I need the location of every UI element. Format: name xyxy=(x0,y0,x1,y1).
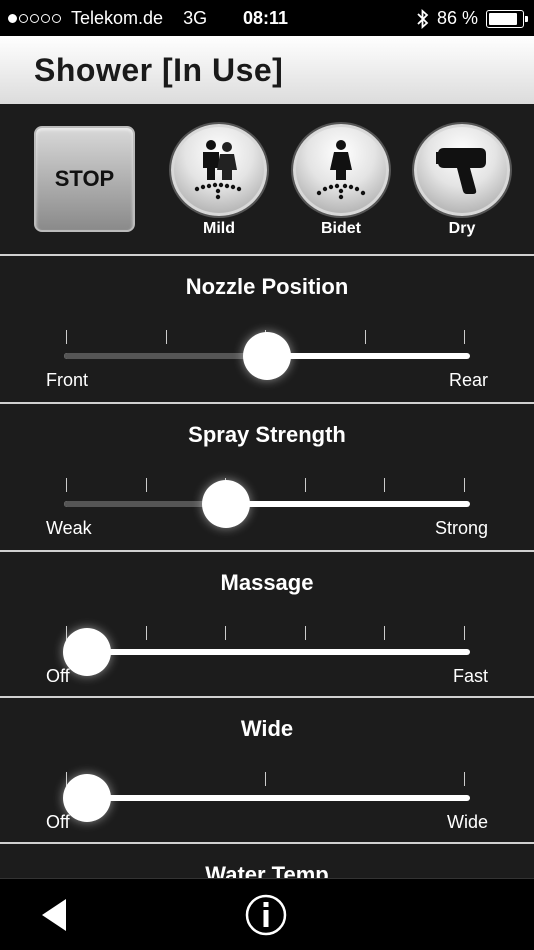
slider-tick xyxy=(145,626,147,640)
massage-track[interactable] xyxy=(64,649,470,655)
spray-strength-track[interactable] xyxy=(64,501,470,507)
slider-tick xyxy=(384,478,386,492)
spray-strength-knob[interactable] xyxy=(202,480,251,528)
nozzle-min-label: Front xyxy=(46,370,89,390)
bidet-button[interactable]: Bidet xyxy=(293,124,389,238)
spray-strength-title: Spray Strength xyxy=(188,422,346,447)
mild-icon xyxy=(194,140,242,200)
page-header: Shower [In Use] xyxy=(0,36,534,104)
slider-tick xyxy=(464,626,465,640)
slider-tick xyxy=(145,478,147,492)
status-time: 08:11 xyxy=(243,8,289,28)
slider-tick xyxy=(464,330,465,344)
bottom-toolbar xyxy=(0,878,534,950)
wide-title: Wide xyxy=(240,716,294,741)
wide-section: Wide Off Wide xyxy=(0,698,534,844)
wide-min-label: Off xyxy=(46,812,70,832)
slider-tick xyxy=(464,772,465,786)
slider-tick xyxy=(304,626,306,640)
slider-tick xyxy=(304,478,306,492)
mode-bar: STOP Mild Bidet Dry xyxy=(0,104,534,254)
slider-tick xyxy=(66,330,67,344)
nozzle-position-title: Nozzle Position xyxy=(185,274,349,299)
slider-tick xyxy=(364,330,366,344)
bidet-label: Bidet xyxy=(321,220,361,237)
massage-max-label: Fast xyxy=(452,666,488,686)
water-temp-title: Water Temp xyxy=(205,862,329,878)
massage-title: Massage xyxy=(220,570,314,595)
battery-percent: 86 % xyxy=(436,8,478,28)
slider-tick xyxy=(66,478,67,492)
slider-tick xyxy=(384,626,386,640)
wide-max-label: Wide xyxy=(446,812,488,832)
carrier-name: Telekom.de xyxy=(71,8,164,28)
slider-tick xyxy=(265,772,266,786)
bluetooth-icon xyxy=(417,8,429,29)
nozzle-max-label: Rear xyxy=(448,370,488,390)
info-icon[interactable] xyxy=(245,894,287,936)
mild-button[interactable]: Mild xyxy=(171,124,267,238)
signal-strength-icon xyxy=(8,14,61,23)
mild-label: Mild xyxy=(203,220,235,237)
water-temp-section: Water Temp xyxy=(0,844,534,878)
slider-tick xyxy=(225,626,227,640)
slider-tick xyxy=(165,330,167,344)
slider-ticks xyxy=(66,478,465,492)
bidet-icon xyxy=(316,140,366,200)
dry-label: Dry xyxy=(448,220,476,237)
slider-tick xyxy=(464,478,465,492)
massage-knob[interactable] xyxy=(63,628,111,676)
massage-section: Massage Off Fast xyxy=(0,552,534,698)
battery-icon xyxy=(486,9,528,28)
wide-track[interactable] xyxy=(64,795,470,801)
dryer-icon xyxy=(436,148,486,194)
spray-min-label: Weak xyxy=(46,518,92,538)
wide-knob[interactable] xyxy=(63,774,111,822)
massage-min-label: Off xyxy=(46,666,70,686)
network-type: 3G xyxy=(183,8,208,28)
nozzle-position-section: Nozzle Position Front Rear xyxy=(0,256,534,402)
slider-ticks xyxy=(66,772,465,786)
dry-button[interactable]: Dry xyxy=(414,124,510,238)
nozzle-position-knob[interactable] xyxy=(243,332,291,380)
spray-strength-section: Spray Strength Weak Strong xyxy=(0,404,534,550)
back-icon[interactable] xyxy=(38,897,70,933)
slider-ticks xyxy=(66,626,465,640)
stop-button[interactable]: STOP xyxy=(34,126,135,232)
page-title: Shower [In Use] xyxy=(34,52,284,88)
spray-max-label: Strong xyxy=(434,518,488,538)
status-bar: Telekom.de 3G 08:11 86 % xyxy=(0,0,534,36)
